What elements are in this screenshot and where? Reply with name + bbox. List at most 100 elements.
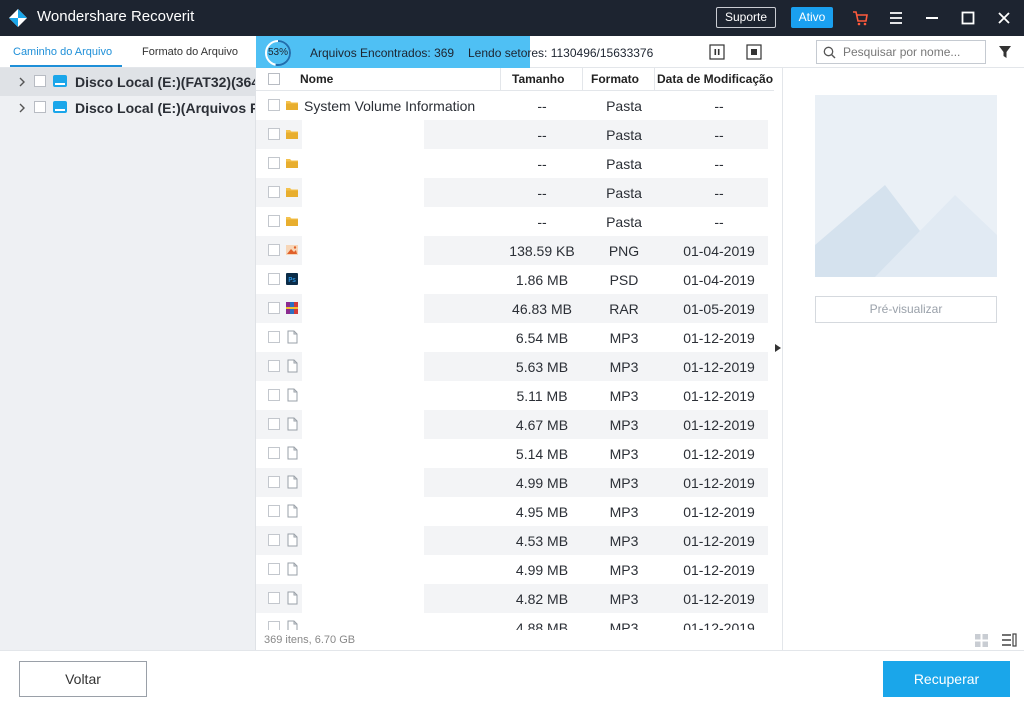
table-row[interactable]: 46.83 MB RAR 01-05-2019 <box>256 294 768 323</box>
table-row[interactable]: 4.99 MB MP3 01-12-2019 <box>256 468 768 497</box>
table-row[interactable]: -- Pasta -- <box>256 149 768 178</box>
table-row[interactable]: 4.82 MB MP3 01-12-2019 <box>256 584 768 613</box>
file-format: MP3 <box>609 330 639 346</box>
search-input[interactable] <box>843 44 983 60</box>
cart-icon[interactable] <box>850 8 870 28</box>
recoverit-logo-icon <box>9 9 27 27</box>
pause-icon[interactable] <box>709 44 725 60</box>
recover-button[interactable]: Recuperar <box>883 661 1010 697</box>
column-header-name[interactable]: Nome <box>300 72 333 86</box>
row-checkbox[interactable] <box>268 447 280 459</box>
toolbar: Caminho do Arquivo Formato do Arquivo 53… <box>0 36 1024 68</box>
column-header-date[interactable]: Data de Modificação <box>657 72 773 86</box>
list-view-icon[interactable] <box>1001 633 1017 647</box>
stop-icon[interactable] <box>746 44 762 60</box>
table-row[interactable]: 6.54 MB MP3 01-12-2019 <box>256 323 768 352</box>
select-all-checkbox[interactable] <box>268 73 280 85</box>
table-row[interactable]: 4.99 MB MP3 01-12-2019 <box>256 555 768 584</box>
file-format: MP3 <box>609 388 639 404</box>
filter-icon[interactable] <box>997 44 1013 60</box>
name-cell-background <box>302 410 424 439</box>
items-summary: 369 itens, 6.70 GB <box>264 634 356 646</box>
file-format: MP3 <box>609 417 639 433</box>
activate-button[interactable]: Ativo <box>791 7 833 28</box>
row-checkbox[interactable] <box>268 476 280 488</box>
row-checkbox[interactable] <box>268 592 280 604</box>
file-size: 4.88 MB <box>515 620 569 630</box>
preview-button[interactable]: Pré-visualizar <box>815 296 997 323</box>
name-cell-background <box>302 294 424 323</box>
menu-icon[interactable] <box>886 8 906 28</box>
name-cell-background <box>302 381 424 410</box>
maximize-icon[interactable] <box>958 8 978 28</box>
tree-checkbox[interactable] <box>34 101 46 113</box>
table-row[interactable]: 4.95 MB MP3 01-12-2019 <box>256 497 768 526</box>
file-date: -- <box>714 127 724 143</box>
table-row[interactable]: 5.11 MB MP3 01-12-2019 <box>256 381 768 410</box>
name-cell-background <box>302 149 424 178</box>
file-format: MP3 <box>609 504 639 520</box>
row-checkbox[interactable] <box>268 157 280 169</box>
tab-file-path[interactable]: Caminho do Arquivo <box>13 46 112 58</box>
table-row[interactable]: 4.53 MB MP3 01-12-2019 <box>256 526 768 555</box>
file-size: -- <box>537 185 547 201</box>
file-format: Pasta <box>606 185 642 201</box>
table-row[interactable]: 138.59 KB PNG 01-04-2019 <box>256 236 768 265</box>
support-button[interactable]: Suporte <box>716 7 776 28</box>
name-cell-background <box>302 236 424 265</box>
row-checkbox[interactable] <box>268 360 280 372</box>
table-row[interactable]: 4.88 MB MP3 01-12-2019 <box>256 613 768 630</box>
name-cell-background <box>302 352 424 381</box>
row-checkbox[interactable] <box>268 621 280 630</box>
table-row[interactable]: 4.67 MB MP3 01-12-2019 <box>256 410 768 439</box>
table-row[interactable]: System Volume Information -- Pasta -- <box>256 91 768 120</box>
file-size: 4.67 MB <box>515 417 569 433</box>
file-icon <box>285 330 299 344</box>
chevron-right-icon[interactable] <box>18 103 26 113</box>
column-divider <box>500 68 501 91</box>
row-checkbox[interactable] <box>268 563 280 575</box>
table-row[interactable]: Ps 1.86 MB PSD 01-04-2019 <box>256 265 768 294</box>
collapse-preview-icon[interactable] <box>775 344 781 352</box>
row-checkbox[interactable] <box>268 302 280 314</box>
row-checkbox[interactable] <box>268 505 280 517</box>
tab-file-format[interactable]: Formato do Arquivo <box>142 46 238 58</box>
row-checkbox[interactable] <box>268 215 280 227</box>
table-row[interactable]: 5.63 MB MP3 01-12-2019 <box>256 352 768 381</box>
row-checkbox[interactable] <box>268 389 280 401</box>
row-checkbox[interactable] <box>268 418 280 430</box>
chevron-right-icon[interactable] <box>18 77 26 87</box>
row-checkbox[interactable] <box>268 99 280 111</box>
column-header-format[interactable]: Formato <box>591 72 639 86</box>
name-cell-background <box>302 323 424 352</box>
tree-item-rar[interactable]: Disco Local (E:)(Arquivos RA <box>0 94 255 122</box>
tree-item-fat32[interactable]: Disco Local (E:)(FAT32)(364) <box>0 68 256 96</box>
minimize-icon[interactable] <box>922 8 942 28</box>
table-row[interactable]: -- Pasta -- <box>256 178 768 207</box>
folder-icon <box>285 185 299 199</box>
row-checkbox[interactable] <box>268 244 280 256</box>
psd-icon: Ps <box>285 272 299 286</box>
file-date: 01-12-2019 <box>683 475 755 491</box>
file-tree-panel: Disco Local (E:)(FAT32)(364) Disco Local… <box>0 68 256 650</box>
tree-item-label: Disco Local (E:)(FAT32)(364) <box>75 74 256 90</box>
search-box[interactable] <box>816 40 986 64</box>
name-cell-background <box>302 265 424 294</box>
file-format: PSD <box>609 272 639 288</box>
table-row[interactable]: -- Pasta -- <box>256 120 768 149</box>
column-header-size[interactable]: Tamanho <box>512 72 564 86</box>
close-icon[interactable] <box>994 8 1014 28</box>
row-checkbox[interactable] <box>268 273 280 285</box>
tree-checkbox[interactable] <box>34 75 46 87</box>
row-checkbox[interactable] <box>268 331 280 343</box>
table-row[interactable]: -- Pasta -- <box>256 207 768 236</box>
rar-icon <box>285 301 299 315</box>
back-button[interactable]: Voltar <box>19 661 147 697</box>
file-date: 01-12-2019 <box>683 504 755 520</box>
file-format: RAR <box>609 301 639 317</box>
row-checkbox[interactable] <box>268 186 280 198</box>
table-row[interactable]: 5.14 MB MP3 01-12-2019 <box>256 439 768 468</box>
grid-view-icon[interactable] <box>975 634 988 647</box>
row-checkbox[interactable] <box>268 534 280 546</box>
row-checkbox[interactable] <box>268 128 280 140</box>
